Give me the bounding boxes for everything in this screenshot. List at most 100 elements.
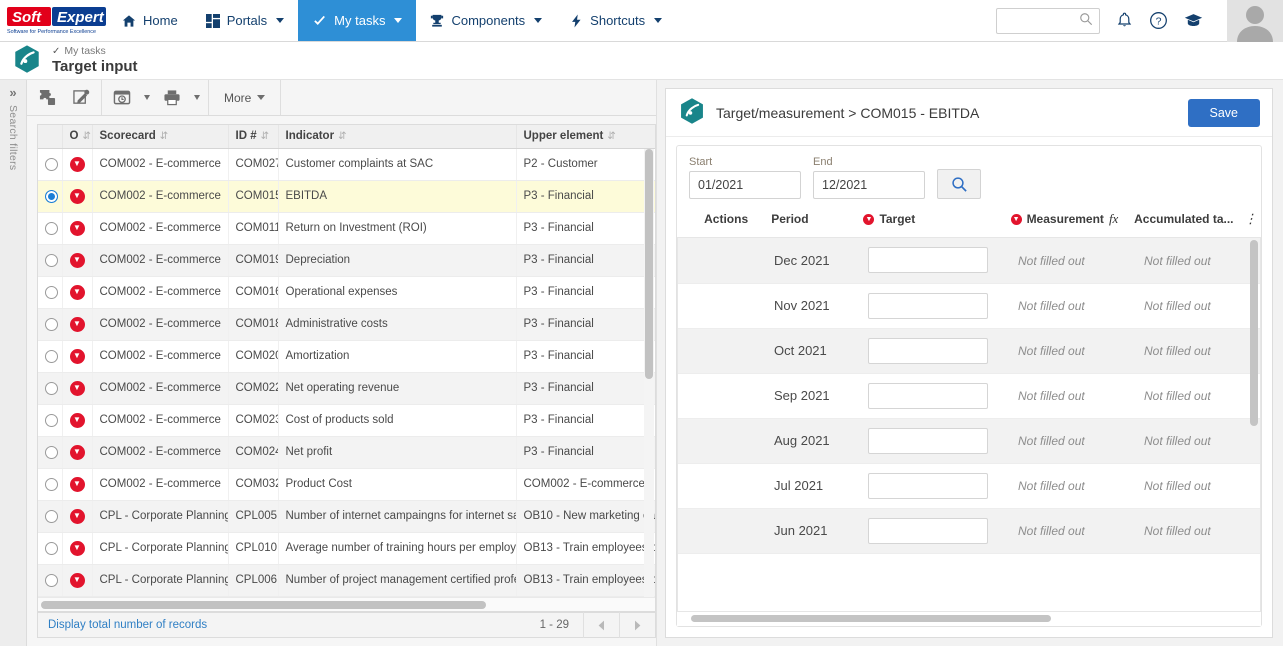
global-search[interactable]	[996, 7, 1100, 34]
grid-horizontal-scrollbar[interactable]	[38, 597, 655, 611]
row-status-cell[interactable]: ▼	[62, 564, 93, 597]
status-critical-icon[interactable]: ▼	[69, 156, 85, 172]
row-select-cell[interactable]	[38, 244, 63, 277]
bell-icon[interactable]	[1116, 12, 1133, 30]
status-critical-icon[interactable]: ▼	[69, 380, 85, 396]
measurement-actions-cell[interactable]	[678, 418, 770, 464]
row-radio-button[interactable]	[45, 157, 58, 171]
target-input[interactable]	[868, 337, 988, 364]
search-filters-rail[interactable]: » Search filters	[0, 80, 27, 646]
column-indicator[interactable]: Indicator ⇵	[278, 125, 517, 149]
status-critical-icon[interactable]: ▼	[69, 508, 85, 524]
target-input[interactable]	[868, 472, 988, 499]
status-critical-icon[interactable]: ▼	[69, 220, 85, 236]
breadcrumb[interactable]: ✓ My tasks	[52, 45, 138, 58]
measurement-actions-cell[interactable]	[678, 508, 770, 554]
table-row[interactable]: ▼ COM002 - E-commerce COM024 Net profit P3 -…	[38, 436, 655, 469]
row-radio-button[interactable]	[45, 317, 58, 331]
status-critical-icon[interactable]: ▼	[69, 444, 85, 460]
table-row[interactable]: ▼ COM002 - E-commerce COM023 Cost of produc…	[38, 404, 655, 437]
row-radio-button[interactable]	[45, 253, 58, 267]
table-row[interactable]: ▼ COM002 - E-commerce COM020 Amortization P3…	[38, 340, 655, 373]
column-scorecard[interactable]: Scorecard ⇵	[92, 125, 229, 149]
row-select-cell[interactable]	[38, 436, 63, 469]
measurement-horizontal-scrollbar-thumb[interactable]	[691, 615, 1051, 622]
printer-icon[interactable]	[155, 80, 189, 116]
softexpert-logo[interactable]: Soft Expert Software for Performance Exc…	[0, 0, 108, 41]
row-status-cell[interactable]: ▼	[62, 404, 93, 437]
table-row[interactable]: ▼ COM002 - E-commerce COM022 Net operating …	[38, 372, 655, 405]
status-critical-icon[interactable]: ▼	[69, 412, 85, 428]
row-select-cell[interactable]	[38, 532, 63, 565]
measurement-target-cell[interactable]	[864, 463, 1014, 509]
row-status-cell[interactable]: ▼	[62, 436, 93, 469]
row-status-cell[interactable]: ▼	[62, 308, 93, 341]
row-select-cell[interactable]	[38, 276, 63, 309]
measurement-target-cell[interactable]	[864, 418, 1014, 464]
row-select-cell[interactable]	[38, 308, 63, 341]
measurement-vertical-scrollbar[interactable]	[1250, 240, 1258, 609]
row-status-cell[interactable]: ▼	[62, 148, 93, 181]
row-select-cell[interactable]	[38, 500, 63, 533]
row-status-cell[interactable]: ▼	[62, 340, 93, 373]
row-select-cell[interactable]	[38, 340, 63, 373]
status-critical-icon[interactable]: ▼	[69, 476, 85, 492]
row-status-cell[interactable]: ▼	[62, 500, 93, 533]
status-critical-icon[interactable]: ▼	[69, 348, 85, 364]
measurement-target-cell[interactable]	[864, 373, 1014, 419]
report-window-icon[interactable]	[105, 80, 139, 116]
row-status-cell[interactable]: ▼	[62, 372, 93, 405]
column-o[interactable]: O ⇵	[62, 125, 93, 149]
display-total-records-link[interactable]: Display total number of records	[38, 619, 207, 631]
measurement-actions-cell[interactable]	[678, 328, 770, 374]
status-critical-icon[interactable]: ▼	[69, 252, 85, 268]
status-critical-icon[interactable]: ▼	[69, 540, 85, 556]
nav-item-components[interactable]: Components	[416, 0, 556, 41]
row-select-cell[interactable]	[38, 148, 63, 181]
table-row[interactable]: ▼ COM002 - E-commerce COM011 Return on Inve…	[38, 212, 655, 245]
row-status-cell[interactable]: ▼	[62, 532, 93, 565]
table-row[interactable]: ▼ CPL - Corporate Planning CPL005 Number of…	[38, 500, 655, 533]
grid-vertical-scrollbar-thumb[interactable]	[645, 149, 653, 379]
row-radio-button[interactable]	[45, 477, 58, 491]
table-row[interactable]: ▼ COM002 - E-commerce COM027 Customer compl…	[38, 148, 655, 181]
measurement-target-cell[interactable]	[864, 283, 1014, 329]
grid-horizontal-scrollbar-thumb[interactable]	[41, 601, 486, 609]
nav-item-portals[interactable]: Portals	[192, 0, 298, 41]
row-radio-button[interactable]	[45, 381, 58, 395]
table-row[interactable]: ▼ CPL - Corporate Planning CPL010 Average n…	[38, 532, 655, 565]
report-dropdown-caret[interactable]	[139, 80, 155, 116]
target-input[interactable]	[868, 382, 988, 409]
measurement-actions-cell[interactable]	[678, 373, 770, 419]
row-select-cell[interactable]	[38, 180, 63, 213]
row-radio-button[interactable]	[45, 349, 58, 363]
table-row[interactable]: ▼ COM002 - E-commerce COM032 Product Cost CO…	[38, 468, 655, 501]
measurement-actions-cell[interactable]	[678, 283, 770, 329]
row-radio-button[interactable]	[45, 285, 58, 299]
row-radio-button[interactable]	[45, 445, 58, 459]
status-critical-icon[interactable]: ▼	[69, 284, 85, 300]
target-input[interactable]	[868, 427, 988, 454]
target-input[interactable]	[868, 517, 988, 544]
row-radio-button[interactable]	[45, 221, 58, 235]
column-id[interactable]: ID # ⇵	[228, 125, 279, 149]
grid-vertical-scrollbar[interactable]	[644, 149, 654, 610]
row-radio-button[interactable]	[45, 413, 58, 427]
row-select-cell[interactable]	[38, 212, 63, 245]
measurement-target-cell[interactable]	[864, 328, 1014, 374]
row-radio-button[interactable]	[45, 573, 58, 587]
end-input[interactable]	[813, 171, 925, 199]
row-status-cell[interactable]: ▼	[62, 276, 93, 309]
start-input[interactable]	[689, 171, 801, 199]
edit-new-icon[interactable]	[64, 80, 98, 116]
help-circle-icon[interactable]: ?	[1149, 11, 1168, 30]
table-row[interactable]: ▼ COM002 - E-commerce COM019 Depreciation P3…	[38, 244, 655, 277]
graduation-cap-icon[interactable]	[1184, 12, 1203, 29]
target-input[interactable]	[868, 292, 988, 319]
save-button[interactable]: Save	[1187, 98, 1260, 127]
next-page-button[interactable]	[619, 612, 655, 638]
puzzle-plus-icon[interactable]	[30, 80, 64, 116]
more-button[interactable]: More	[212, 91, 277, 105]
target-input[interactable]	[868, 247, 988, 274]
table-row[interactable]: ▼ CPL - Corporate Planning CPL006 Number of…	[38, 564, 655, 597]
